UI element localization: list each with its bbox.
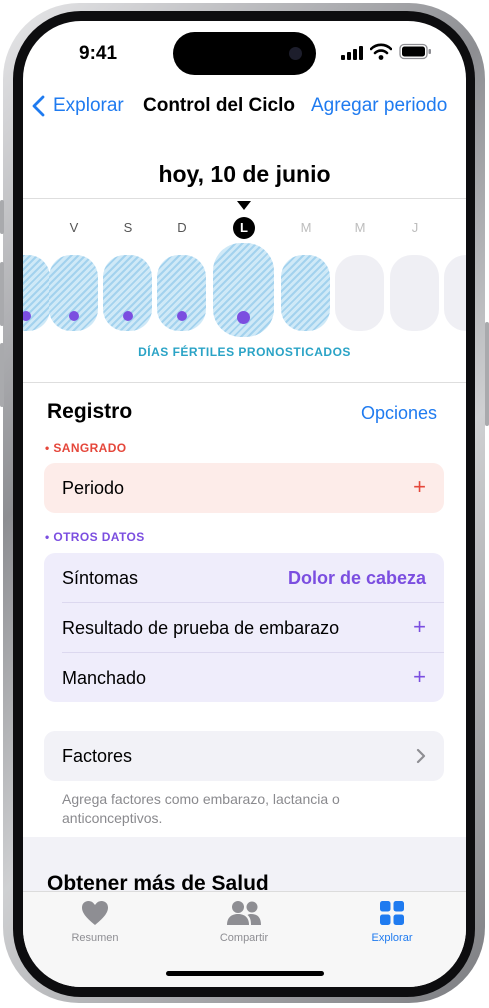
day-pill[interactable]: [281, 255, 330, 331]
symptoms-row[interactable]: Síntomas Dolor de cabeza: [44, 553, 444, 603]
tab-summary[interactable]: Resumen: [35, 900, 155, 944]
day-letter: M: [300, 220, 312, 235]
period-dot: [176, 311, 187, 321]
tab-share-label: Compartir: [219, 932, 269, 944]
day-strip[interactable]: J V S D L M M J: [23, 21, 466, 361]
day-pill[interactable]: [49, 255, 98, 331]
tab-share[interactable]: Compartir: [184, 900, 304, 944]
spotting-label: Manchado: [62, 668, 147, 688]
section-title-registro: Registro: [47, 400, 133, 423]
day-pill[interactable]: [103, 255, 152, 331]
options-button[interactable]: Opciones: [361, 403, 437, 424]
divider: [23, 382, 466, 383]
period-dot: [237, 311, 250, 324]
day-letter: V: [69, 220, 79, 235]
period-row[interactable]: Periodo +: [44, 463, 444, 513]
period-dot: [122, 311, 133, 321]
symptoms-value: Dolor de cabeza: [287, 568, 426, 588]
factors-label: Factores: [62, 746, 133, 766]
pregnancy-test-label: Resultado de prueba de embarazo: [62, 618, 340, 638]
heart-icon: [82, 901, 108, 925]
day-letter: J: [23, 220, 35, 235]
bleeding-header: • SANGRADO: [45, 441, 127, 455]
factors-description: Agrega factores como embarazo, lactancia…: [62, 791, 340, 826]
factors-row[interactable]: Factores: [44, 731, 444, 781]
symptoms-label: Síntomas: [62, 568, 139, 588]
day-letter: M: [354, 220, 366, 235]
day-pill[interactable]: [444, 255, 466, 331]
day-letter-today: L: [233, 217, 255, 239]
tab-summary-label: Resumen: [71, 932, 119, 944]
day-pill[interactable]: [23, 255, 50, 331]
period-dot: [68, 311, 79, 321]
add-pregnancy-test-icon[interactable]: +: [413, 614, 426, 640]
add-period-icon[interactable]: +: [413, 474, 426, 500]
action-button: [0, 200, 4, 234]
pregnancy-test-row[interactable]: Resultado de prueba de embarazo +: [44, 603, 444, 653]
add-spotting-icon[interactable]: +: [413, 664, 426, 690]
power-button: [485, 322, 489, 426]
day-letter: D: [177, 220, 187, 235]
spotting-row[interactable]: Manchado +: [44, 653, 444, 702]
period-label: Periodo: [62, 478, 125, 498]
volume-up-button: [0, 262, 4, 326]
volume-down-button: [0, 343, 4, 407]
day-pill-today[interactable]: [213, 243, 274, 337]
day-pill[interactable]: [390, 255, 439, 331]
day-pill[interactable]: [157, 255, 206, 331]
screen: 9:41 Explorar Control del Ciclo Agregar …: [23, 21, 466, 987]
chevron-right-icon: [416, 748, 426, 764]
grid-icon: [380, 901, 404, 925]
other-data-card: Síntomas Dolor de cabeza Resultado de pr…: [44, 553, 444, 702]
period-dot: [23, 311, 31, 321]
other-data-header: • OTROS DATOS: [45, 530, 145, 544]
day-pill[interactable]: [335, 255, 384, 331]
home-indicator[interactable]: [166, 971, 324, 976]
fertile-days-label: DÍAS FÉRTILES PRONOSTICADOS: [138, 345, 351, 359]
bullet-icon: •: [45, 530, 50, 544]
day-letter: J: [411, 220, 419, 235]
bleeding-header-label: SANGRADO: [53, 441, 127, 455]
bullet-icon: •: [45, 441, 50, 455]
people-icon: [227, 901, 261, 925]
other-data-header-label: OTROS DATOS: [53, 530, 145, 544]
tab-explore[interactable]: Explorar: [332, 900, 452, 944]
day-letter: S: [123, 220, 133, 235]
tab-explore-label: Explorar: [371, 932, 413, 944]
